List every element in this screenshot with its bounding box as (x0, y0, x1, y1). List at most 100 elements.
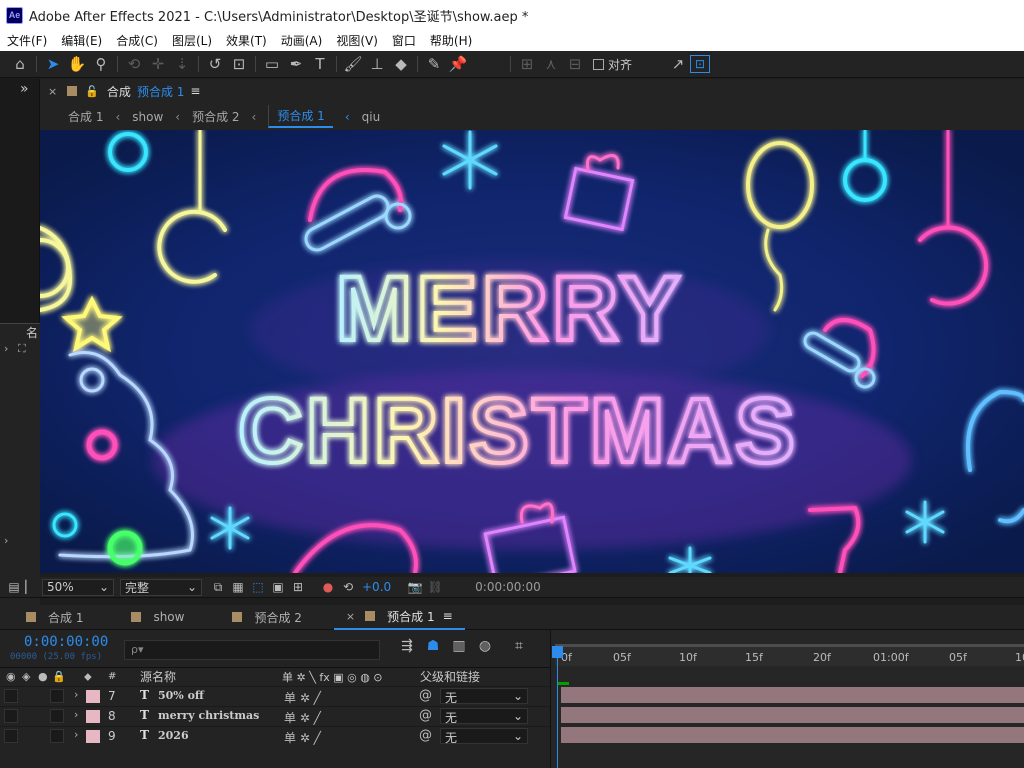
eraser-icon[interactable]: ◆ (389, 53, 413, 75)
breadcrumb-item[interactable]: show (132, 110, 163, 124)
layer-row[interactable]: › 8 T merry christmas 单 ✲ ╱ @ 无 ⌄ (0, 706, 550, 725)
menu-edit[interactable]: 编辑(E) (54, 32, 109, 49)
layer-switches[interactable]: 单 ✲ ╱ (284, 709, 321, 726)
pen-icon[interactable]: ✒ (284, 53, 308, 75)
pick-whip-icon[interactable]: @ (419, 688, 432, 703)
dolly-camera-icon[interactable]: ⇣ (170, 53, 194, 75)
visibility-toggle[interactable] (4, 709, 18, 723)
comp-flowchart-icon[interactable]: ⇶ (394, 638, 420, 654)
chevron-right-icon[interactable]: › (74, 688, 78, 701)
timeline-tab-active[interactable]: × 预合成 1 ≡ (333, 605, 465, 630)
orbit-camera-icon[interactable]: ⟲ (122, 53, 146, 75)
local-axis-icon[interactable]: ⊞ (515, 53, 539, 75)
color-channel-icon[interactable]: ● (318, 580, 338, 594)
lock-icon[interactable]: 🔓 (85, 85, 99, 98)
menu-window[interactable]: 窗口 (385, 32, 423, 49)
transparency-grid-icon[interactable]: ▦ (228, 580, 248, 594)
hand-icon[interactable]: ✋ (65, 53, 89, 75)
close-tab-icon[interactable]: × (346, 610, 355, 623)
timeline-track-area[interactable]: 0f 05f 10f 15f 20f 01:00f 05f 10 (550, 630, 1024, 768)
selection-arrow-icon[interactable]: ➤ (41, 53, 65, 75)
graph-editor-icon[interactable]: ⌗ (506, 638, 532, 654)
fast-previews-icon[interactable]: ⧉ (208, 580, 228, 595)
snapping-toggle[interactable]: 对齐 (593, 56, 632, 73)
parent-select[interactable]: 无 ⌄ (440, 728, 528, 745)
menu-composition[interactable]: 合成(C) (109, 32, 165, 49)
layer-switches[interactable]: 单 ✲ ╱ (284, 729, 321, 746)
exposure-reset-icon[interactable]: ⟲ (338, 580, 358, 594)
label-tag-icon[interactable]: ⬥ (84, 670, 92, 684)
chevron-right-icon[interactable]: › (74, 708, 78, 721)
time-ruler[interactable]: 0f 05f 10f 15f 20f 01:00f 05f 10 (555, 644, 1024, 666)
parent-link-column[interactable]: 父级和链接 (420, 668, 480, 685)
label-color-swatch[interactable] (86, 690, 100, 703)
menu-effect[interactable]: 效果(T) (219, 32, 274, 49)
clone-stamp-icon[interactable]: ⊥ (365, 53, 389, 75)
layer-name[interactable]: 2026 (158, 729, 189, 742)
motion-blur-icon[interactable]: ◍ (472, 638, 498, 654)
snap-edges-icon[interactable]: ↗ (666, 53, 690, 75)
viewer-timecode[interactable]: 0:00:00:00 (475, 580, 541, 594)
pick-whip-icon[interactable]: @ (419, 728, 432, 743)
show-snapshot-icon[interactable]: ⛓ (425, 580, 445, 594)
zoom-icon[interactable]: ⚲ (89, 53, 113, 75)
layer-name[interactable]: merry christmas (158, 709, 259, 722)
brush-icon[interactable]: 🖌 (341, 53, 365, 75)
breadcrumb-item[interactable]: qiu (362, 110, 381, 124)
menu-view[interactable]: 视图(V) (329, 32, 385, 49)
layer-duration-bar[interactable] (561, 707, 1024, 723)
panel-menu-icon[interactable]: ≡ (190, 84, 200, 98)
resolution-select[interactable]: 完整 ⌄ (120, 578, 202, 596)
layer-switches[interactable]: 单 ✲ ╱ (284, 689, 321, 706)
label-color-swatch[interactable] (86, 730, 100, 743)
parent-select[interactable]: 无 ⌄ (440, 708, 528, 725)
frame-blending-icon[interactable]: ▥ (446, 638, 472, 654)
rotate-icon[interactable]: ↺ (203, 53, 227, 75)
layer-duration-bar[interactable] (561, 727, 1024, 743)
current-time-display[interactable]: 0:00:00:00 (24, 634, 108, 650)
expand-arrow-icon[interactable]: › (4, 342, 8, 355)
shy-layers-icon[interactable]: ☗ (420, 638, 446, 654)
audio-icon[interactable]: ◈ (22, 670, 30, 683)
layer-row[interactable]: › 9 T 2026 单 ✲ ╱ @ 无 ⌄ (0, 726, 550, 745)
pick-whip-icon[interactable]: @ (419, 708, 432, 723)
playhead-line[interactable] (557, 646, 558, 768)
close-panel-icon[interactable]: × (48, 85, 57, 98)
parent-select[interactable]: 无 ⌄ (440, 688, 528, 705)
mask-visibility-icon[interactable]: ⬚ (248, 580, 268, 594)
chevron-right-icon[interactable]: › (74, 728, 78, 741)
timeline-tab[interactable]: 合成 1 (0, 605, 95, 630)
visibility-toggle[interactable] (4, 729, 18, 743)
type-icon[interactable]: T (308, 53, 332, 75)
puppet-pin-icon[interactable]: 📌 (446, 53, 470, 75)
layer-row[interactable]: › 7 T 50% off 单 ✲ ╱ @ 无 ⌄ (0, 686, 550, 705)
active-composition-name[interactable]: 预合成 1 (137, 83, 184, 100)
grid-guides-icon[interactable]: ⊞ (288, 580, 308, 594)
composition-viewer[interactable]: MERRY CHRISTMAS (40, 130, 1024, 573)
source-name-column[interactable]: 源名称 (140, 668, 176, 685)
eye-icon[interactable]: ◉ (6, 670, 16, 683)
visibility-toggle[interactable] (4, 689, 18, 703)
snap-features-icon[interactable]: ⊡ (690, 55, 711, 73)
lock-toggle[interactable] (50, 729, 64, 743)
region-of-interest-icon[interactable]: ▣ (268, 580, 288, 594)
roto-brush-icon[interactable]: ✎ (422, 53, 446, 75)
lock-toggle[interactable] (50, 709, 64, 723)
layer-name[interactable]: 50% off (158, 689, 204, 702)
world-axis-icon[interactable]: ⋏ (539, 53, 563, 75)
expand-arrow-icon[interactable]: › (4, 534, 8, 547)
timeline-tab[interactable]: 预合成 2 (196, 605, 313, 630)
home-icon[interactable]: ⌂ (8, 53, 32, 75)
menu-animation[interactable]: 动画(A) (274, 32, 330, 49)
layer-duration-bar[interactable] (561, 687, 1024, 703)
flowchart-icon[interactable]: ⛶ (18, 342, 26, 356)
menu-layer[interactable]: 图层(L) (165, 32, 219, 49)
rectangle-icon[interactable]: ▭ (260, 53, 284, 75)
breadcrumb-item[interactable]: 预合成 2 (192, 108, 239, 125)
snapshot-toggle-icon[interactable]: ▤ (4, 580, 24, 594)
breadcrumb-item-current[interactable]: 预合成 1 (268, 105, 333, 128)
timeline-tab[interactable]: show (95, 605, 196, 630)
menu-help[interactable]: 帮助(H) (423, 32, 479, 49)
label-color-swatch[interactable] (86, 710, 100, 723)
layer-search-input[interactable]: ρ▾ (124, 640, 380, 660)
